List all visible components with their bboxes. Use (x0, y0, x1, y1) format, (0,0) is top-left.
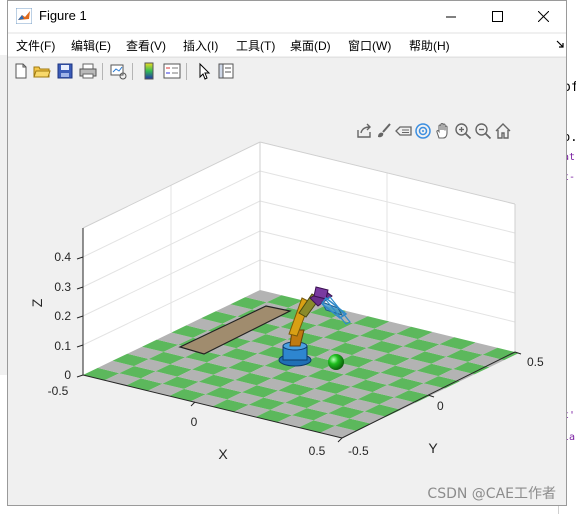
z-axis-label: Z (29, 298, 45, 307)
watermark: CSDN @CAE工作者 (427, 486, 556, 502)
figure-toolbar (8, 57, 566, 85)
y-tick-label: 0 (437, 399, 444, 413)
title-bar[interactable]: Figure 1 (8, 1, 566, 32)
y-axis-label: Y (428, 440, 438, 456)
toolbar-separator (186, 63, 187, 80)
dock-arrow-icon[interactable] (556, 40, 564, 48)
menu-help[interactable]: 帮助(H) (409, 37, 450, 54)
menu-view[interactable]: 查看(V) (126, 37, 166, 54)
x-axis-label: X (218, 446, 228, 462)
menu-insert[interactable]: 插入(I) (183, 37, 218, 54)
minimize-button[interactable] (428, 1, 474, 32)
menu-window[interactable]: 窗口(W) (348, 37, 391, 54)
z-tick-label: 0.2 (54, 309, 71, 323)
y-tick-label: -0.5 (348, 444, 369, 458)
menu-desktop[interactable]: 桌面(D) (290, 37, 331, 54)
print-icon[interactable] (79, 62, 97, 80)
edit-plot-icon[interactable] (195, 62, 213, 80)
close-button[interactable] (520, 1, 566, 32)
figure-window: Figure 1 文件(F) 编辑(E) 查看(V) 插入(I) 工具(T) 桌… (7, 0, 567, 506)
menu-bar: 文件(F) 编辑(E) 查看(V) 插入(I) 工具(T) 桌面(D) 窗口(W… (8, 34, 566, 56)
x-tick-label: 0.5 (309, 444, 326, 458)
axes-3d[interactable]: 0 0.1 0.2 0.3 0.4 -0.5 0 0.5 -0.5 0 0.5 … (8, 84, 566, 505)
menu-tools[interactable]: 工具(T) (236, 37, 275, 54)
colorbar-icon[interactable] (140, 62, 158, 80)
menu-edit[interactable]: 编辑(E) (71, 37, 111, 54)
z-tick-label: 0 (64, 368, 71, 382)
x-tick-label: 0 (191, 415, 198, 429)
legend-icon[interactable] (163, 62, 181, 80)
minimize-icon (446, 16, 456, 17)
z-tick-label: 0.3 (54, 280, 71, 294)
save-icon[interactable] (56, 62, 74, 80)
figure-canvas[interactable]: 0 0.1 0.2 0.3 0.4 -0.5 0 0.5 -0.5 0 0.5 … (8, 84, 566, 505)
toolbar-separator (132, 63, 133, 80)
toolbar-separator (102, 63, 103, 80)
z-tick-label: 0.1 (54, 339, 71, 353)
maximize-button[interactable] (474, 1, 520, 32)
link-plot-icon[interactable] (109, 62, 127, 80)
menu-file[interactable]: 文件(F) (16, 37, 55, 54)
window-title: Figure 1 (39, 8, 87, 23)
close-icon (537, 11, 549, 22)
matlab-logo-icon (16, 8, 32, 24)
z-tick-label: 0.4 (54, 250, 71, 264)
maximize-icon (491, 11, 503, 22)
green-ball (328, 354, 344, 370)
open-file-icon[interactable] (33, 62, 51, 80)
y-tick-label: 0.5 (527, 355, 544, 369)
new-figure-icon[interactable] (12, 62, 30, 80)
property-inspector-icon[interactable] (217, 62, 235, 80)
x-tick-label: -0.5 (48, 384, 69, 398)
